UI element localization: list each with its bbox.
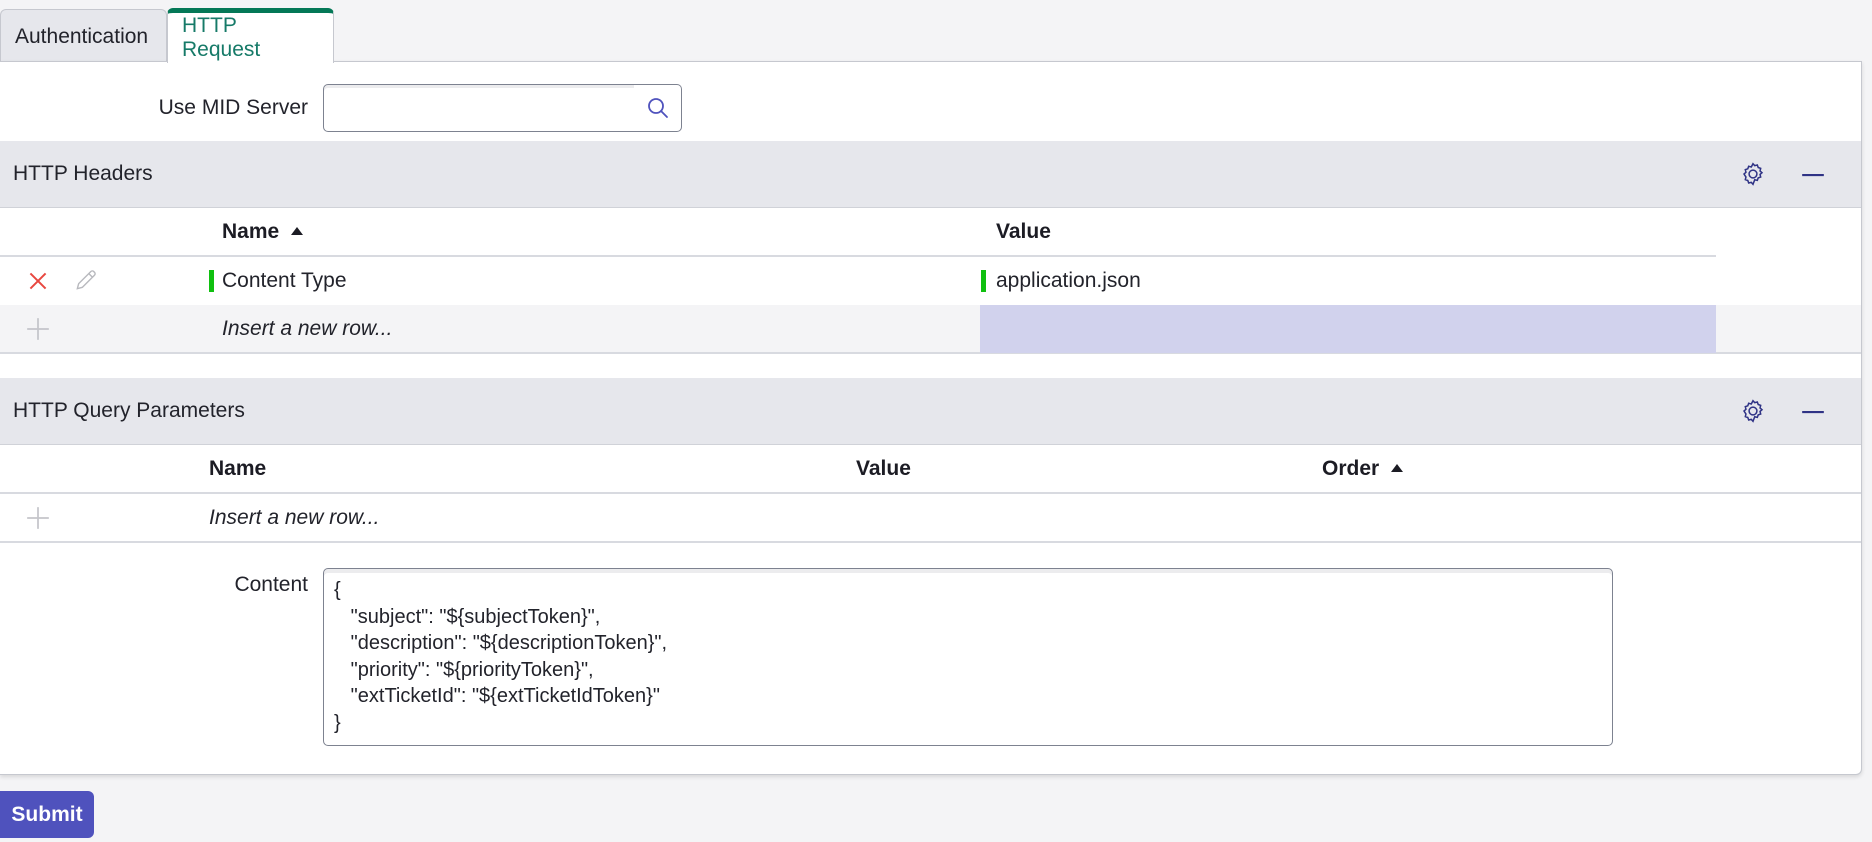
query-column-name[interactable]: Name — [209, 445, 266, 493]
table-row: Content Type application.json — [0, 257, 1716, 305]
gear-icon[interactable] — [1740, 161, 1766, 187]
tab-authentication[interactable]: Authentication — [0, 9, 167, 63]
query-column-order[interactable]: Order — [1322, 445, 1404, 493]
edit-icon[interactable] — [73, 267, 99, 293]
header-name-cell[interactable]: Content Type — [222, 257, 347, 305]
headers-column-name-label: Name — [222, 220, 280, 243]
insert-new-row-value-cell[interactable] — [980, 305, 1716, 353]
changed-marker — [209, 270, 214, 292]
add-icon[interactable] — [25, 316, 51, 342]
sort-ascending-icon — [1391, 464, 1404, 472]
search-icon — [647, 98, 668, 118]
delete-icon[interactable] — [25, 268, 51, 294]
headers-column-name[interactable]: Name — [222, 208, 304, 256]
insert-row: Insert a new row... — [0, 305, 1861, 354]
insert-row: Insert a new row... — [0, 494, 1861, 543]
tab-authentication-label: Authentication — [15, 24, 149, 48]
query-column-order-label: Order — [1322, 457, 1380, 480]
gear-icon[interactable] — [1740, 398, 1766, 424]
headers-column-value-label: Value — [996, 220, 1051, 243]
mid-server-input[interactable] — [323, 84, 635, 132]
query-column-value-label: Value — [856, 457, 911, 480]
content-textarea[interactable]: { "subject": "${subjectToken}", "descrip… — [323, 568, 1613, 746]
http-request-panel: Use MID Server HTTP Headers Name Value C… — [0, 61, 1862, 775]
submit-button[interactable]: Submit — [0, 791, 94, 838]
http-headers-section-header: HTTP Headers — [0, 141, 1861, 208]
insert-new-row-name-cell[interactable]: Insert a new row... — [222, 305, 392, 353]
sort-ascending-icon — [291, 227, 304, 235]
collapse-icon[interactable] — [1800, 398, 1826, 424]
collapse-icon[interactable] — [1800, 161, 1826, 187]
mid-server-lookup-button[interactable] — [634, 84, 682, 132]
tab-http-request[interactable]: HTTP Request — [167, 8, 334, 63]
changed-marker — [981, 270, 986, 292]
headers-column-value[interactable]: Value — [996, 208, 1051, 256]
insert-new-row-name-cell[interactable]: Insert a new row... — [209, 494, 379, 542]
http-query-parameters-title: HTTP Query Parameters — [13, 399, 245, 422]
content-label: Content — [234, 573, 308, 596]
mid-server-label: Use MID Server — [158, 96, 308, 119]
header-value-cell[interactable]: application.json — [996, 257, 1141, 305]
query-column-value[interactable]: Value — [856, 445, 911, 493]
query-column-name-label: Name — [209, 457, 267, 480]
http-query-parameters-section-header: HTTP Query Parameters — [0, 378, 1861, 445]
add-icon[interactable] — [25, 505, 51, 531]
http-headers-title: HTTP Headers — [13, 162, 153, 185]
tab-http-request-label: HTTP Request — [182, 14, 261, 61]
